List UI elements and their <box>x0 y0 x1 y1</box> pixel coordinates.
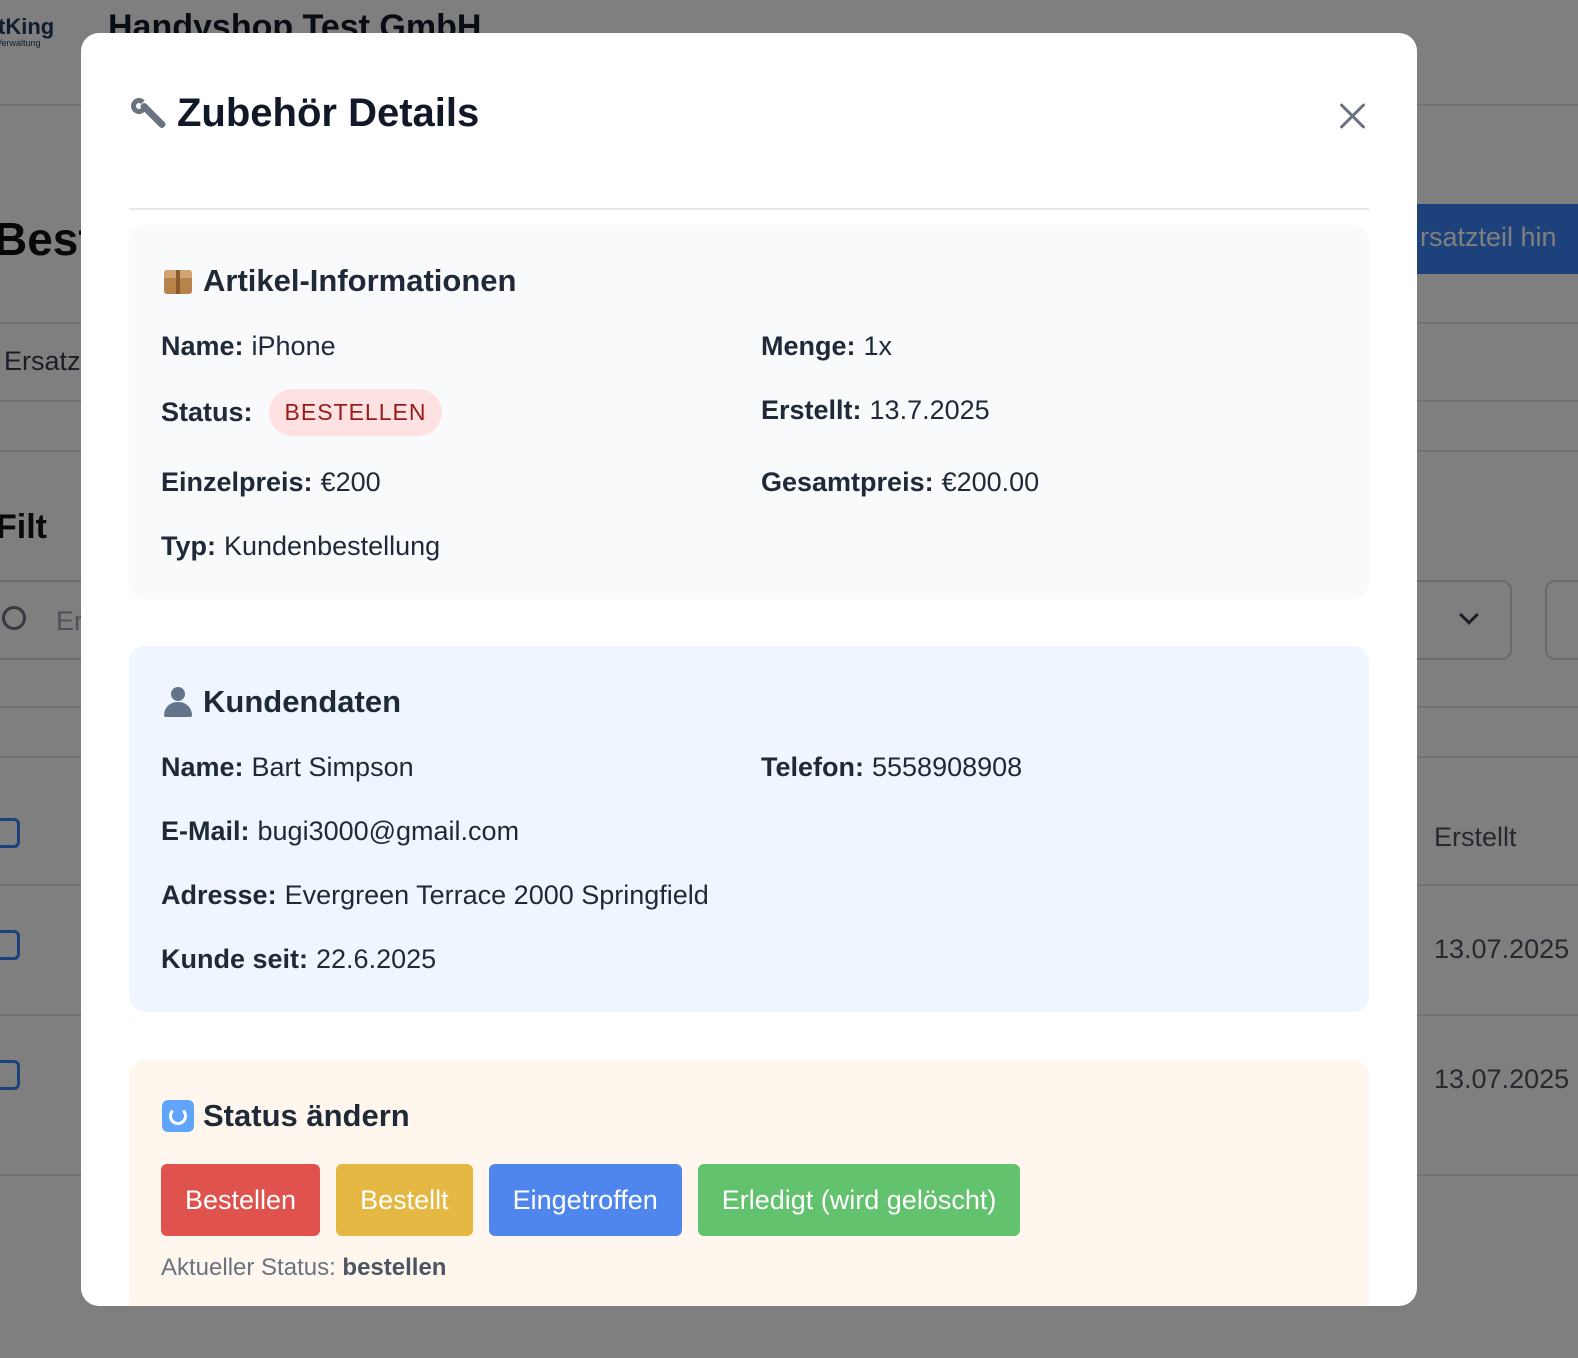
customer-phone-value[interactable]: 5558908908 <box>872 752 1022 783</box>
status-bestellen-button[interactable]: Bestellen <box>161 1164 321 1236</box>
customer-name-value: Bart Simpson <box>251 752 414 782</box>
customer-name: Name: Bart Simpson <box>161 752 414 783</box>
article-created-value: 13.7.2025 <box>869 395 990 425</box>
article-type: Typ: Kundenbestellung <box>161 531 440 562</box>
customer-address-value: Evergreen Terrace 2000 Springfield <box>284 880 709 910</box>
article-quantity: Menge: 1x <box>761 331 892 362</box>
status-button-group: Bestellen Bestellt Eingetroffen Erledigt… <box>161 1164 1021 1236</box>
close-icon[interactable] <box>1335 99 1369 133</box>
current-status-label: Aktueller Status: <box>161 1254 336 1281</box>
customer-since-value: 22.6.2025 <box>316 944 437 974</box>
customer-email-label: E-Mail: <box>161 816 250 846</box>
user-icon <box>161 685 195 719</box>
article-name: Name: iPhone <box>161 331 336 362</box>
customer-address: Adresse: Evergreen Terrace 2000 Springfi… <box>161 880 709 911</box>
article-name-value: iPhone <box>251 331 336 361</box>
modal-title-text: Zubehör Details <box>177 91 480 135</box>
customer-section: Kundendaten Name: Bart Simpson Telefon: … <box>129 646 1369 1012</box>
article-created-label: Erstellt: <box>761 395 862 425</box>
customer-phone: Telefon: 5558908908 <box>761 752 1022 783</box>
article-status: Status: BESTELLEN <box>161 389 443 436</box>
accessory-details-modal: Zubehör Details Artikel-Informationen Na… <box>81 33 1417 1306</box>
article-total-price-label: Gesamtpreis: <box>761 467 934 497</box>
article-quantity-value: 1x <box>863 331 893 361</box>
status-erledigt-button[interactable]: Erledigt (wird gelöscht) <box>697 1164 1021 1236</box>
article-unit-price-label: Einzelpreis: <box>161 467 313 497</box>
article-unit-price-value: €200 <box>320 467 381 497</box>
article-created: Erstellt: 13.7.2025 <box>761 395 990 426</box>
article-name-label: Name: <box>161 331 244 361</box>
modal-header: Zubehör Details <box>129 85 1369 210</box>
status-change-section: Status ändern Bestellen Bestellt Eingetr… <box>129 1060 1369 1306</box>
cycle-icon <box>161 1099 195 1133</box>
modal-title: Zubehör Details <box>129 91 479 136</box>
customer-name-label: Name: <box>161 752 244 782</box>
article-status-label: Status: <box>161 397 253 427</box>
customer-email-value[interactable]: bugi3000@gmail.com <box>258 816 520 847</box>
status-badge: BESTELLEN <box>268 389 443 436</box>
article-info-section: Artikel-Informationen Name: iPhone Menge… <box>129 225 1369 599</box>
article-type-value: Kundenbestellung <box>224 531 441 561</box>
article-total-price-value: €200.00 <box>941 467 1040 497</box>
wrench-icon <box>129 94 169 134</box>
customer-phone-label: Telefon: <box>761 752 864 782</box>
article-info-title-text: Artikel-Informationen <box>203 263 517 298</box>
article-unit-price: Einzelpreis: €200 <box>161 467 381 498</box>
status-change-title-text: Status ändern <box>203 1098 410 1133</box>
article-type-label: Typ: <box>161 531 216 561</box>
article-info-title: Artikel-Informationen <box>161 263 516 299</box>
customer-email: E-Mail: bugi3000@gmail.com <box>161 816 519 847</box>
customer-address-label: Adresse: <box>161 880 277 910</box>
status-eingetroffen-button[interactable]: Eingetroffen <box>488 1164 682 1236</box>
customer-title-text: Kundendaten <box>203 684 402 719</box>
current-status-value: bestellen <box>342 1254 447 1281</box>
current-status: Aktueller Status: bestellen <box>161 1254 446 1282</box>
customer-since: Kunde seit: 22.6.2025 <box>161 944 436 975</box>
package-icon <box>161 264 195 298</box>
article-total-price: Gesamtpreis: €200.00 <box>761 467 1039 498</box>
article-quantity-label: Menge: <box>761 331 856 361</box>
customer-since-label: Kunde seit: <box>161 944 309 974</box>
status-change-title: Status ändern <box>161 1098 410 1134</box>
status-bestellt-button[interactable]: Bestellt <box>336 1164 473 1236</box>
customer-title: Kundendaten <box>161 684 401 720</box>
